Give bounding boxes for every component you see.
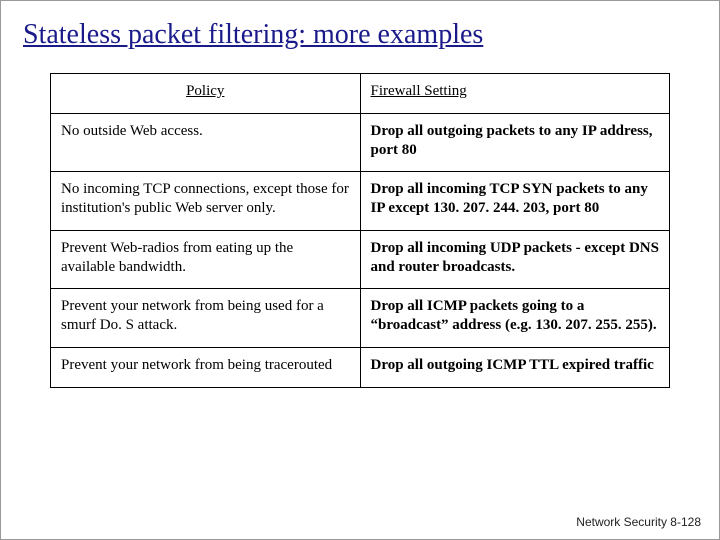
- table-row: Prevent your network from being used for…: [51, 289, 670, 348]
- setting-cell: Drop all ICMP packets going to a “broadc…: [360, 289, 670, 348]
- policy-cell: Prevent Web-radios from eating up the av…: [51, 230, 361, 289]
- header-setting: Firewall Setting: [360, 74, 670, 114]
- policy-cell: Prevent your network from being used for…: [51, 289, 361, 348]
- table-row: No outside Web access. Drop all outgoing…: [51, 113, 670, 172]
- setting-cell: Drop all outgoing packets to any IP addr…: [360, 113, 670, 172]
- slide-footer: Network Security 8-128: [576, 515, 701, 529]
- table-row: Prevent your network from being tracerou…: [51, 347, 670, 387]
- header-policy: Policy: [51, 74, 361, 114]
- policy-cell: No outside Web access.: [51, 113, 361, 172]
- setting-cell: Drop all incoming TCP SYN packets to any…: [360, 172, 670, 231]
- setting-cell: Drop all outgoing ICMP TTL expired traff…: [360, 347, 670, 387]
- table-row: Prevent Web-radios from eating up the av…: [51, 230, 670, 289]
- policy-cell: No incoming TCP connections, except thos…: [51, 172, 361, 231]
- slide-title: Stateless packet filtering: more example…: [1, 1, 719, 51]
- firewall-table: Policy Firewall Setting No outside Web a…: [50, 73, 670, 388]
- setting-cell: Drop all incoming UDP packets - except D…: [360, 230, 670, 289]
- table-row: No incoming TCP connections, except thos…: [51, 172, 670, 231]
- policy-cell: Prevent your network from being tracerou…: [51, 347, 361, 387]
- table-header-row: Policy Firewall Setting: [51, 74, 670, 114]
